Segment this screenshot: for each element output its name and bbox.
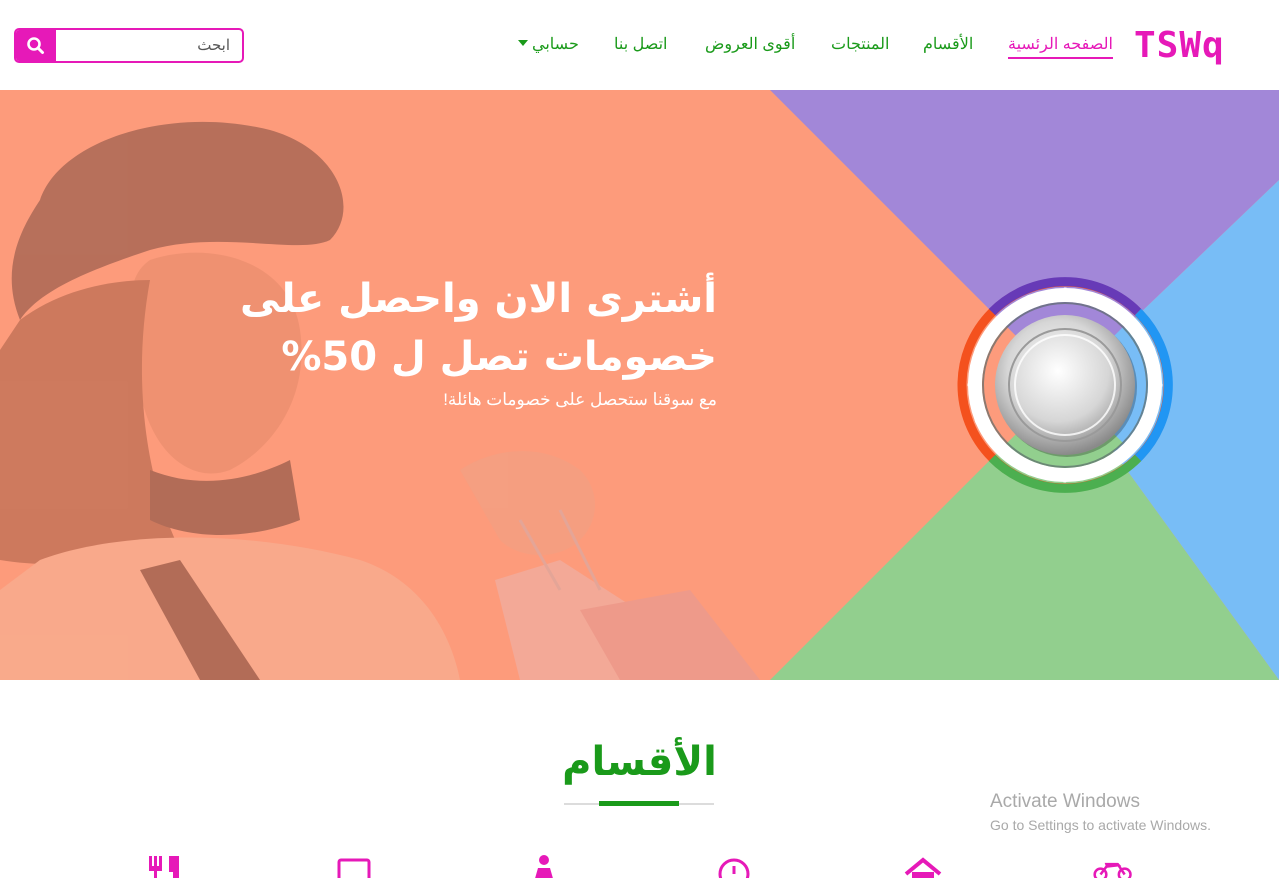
heading-divider-accent	[599, 801, 679, 806]
nav-item-products[interactable]: المنتجات	[831, 34, 890, 56]
sections-heading: الأقسام	[562, 739, 717, 785]
hero-title-line1: أشترى الان واحصل على	[240, 276, 717, 322]
nav-item-home[interactable]: الصفحه الرئسية	[1008, 34, 1113, 59]
nav-item-account-label: حسابي	[532, 36, 579, 53]
search-icon	[27, 37, 44, 54]
hero-banner: أشترى الان واحصل على خصومات تصل ل 50% مع…	[0, 90, 1279, 680]
caret-down-icon	[518, 40, 528, 47]
watermark-title: Activate Windows	[990, 791, 1140, 812]
person-icon[interactable]	[524, 852, 564, 878]
activate-windows-watermark: Activate Windows Go to Settings to activ…	[990, 790, 1211, 836]
hero-title-line2: خصومات تصل ل 50%	[281, 334, 717, 380]
motorcycle-icon[interactable]	[1093, 852, 1133, 878]
nav-item-best-offers[interactable]: أقوى العروض	[705, 34, 795, 56]
clock-icon[interactable]	[714, 852, 754, 878]
search-input[interactable]	[56, 30, 242, 61]
food-icon[interactable]	[145, 852, 185, 878]
search-button[interactable]	[16, 30, 56, 61]
nav-item-sections[interactable]: الأقسام	[923, 34, 973, 56]
hero-subtitle: مع سوقنا ستحصل على خصومات هائلة!	[443, 390, 717, 409]
navbar: TSWq الصفحه الرئسية الأقسام المنتجات أقو…	[0, 0, 1279, 90]
home-icon[interactable]	[903, 852, 943, 878]
nav-item-account[interactable]: حسابي	[518, 34, 579, 56]
section-dial: Section 1 Section 2 Section 3 Section 4	[957, 277, 1173, 493]
hero-text: أشترى الان واحصل على خصومات تصل ل 50% مع…	[197, 270, 717, 414]
nav-item-contact[interactable]: اتصل بنا	[614, 34, 668, 56]
site-logo[interactable]: TSWq	[1134, 24, 1225, 68]
search-bar	[14, 28, 244, 63]
device-icon[interactable]	[334, 852, 374, 878]
watermark-subtitle: Go to Settings to activate Windows.	[990, 817, 1211, 833]
